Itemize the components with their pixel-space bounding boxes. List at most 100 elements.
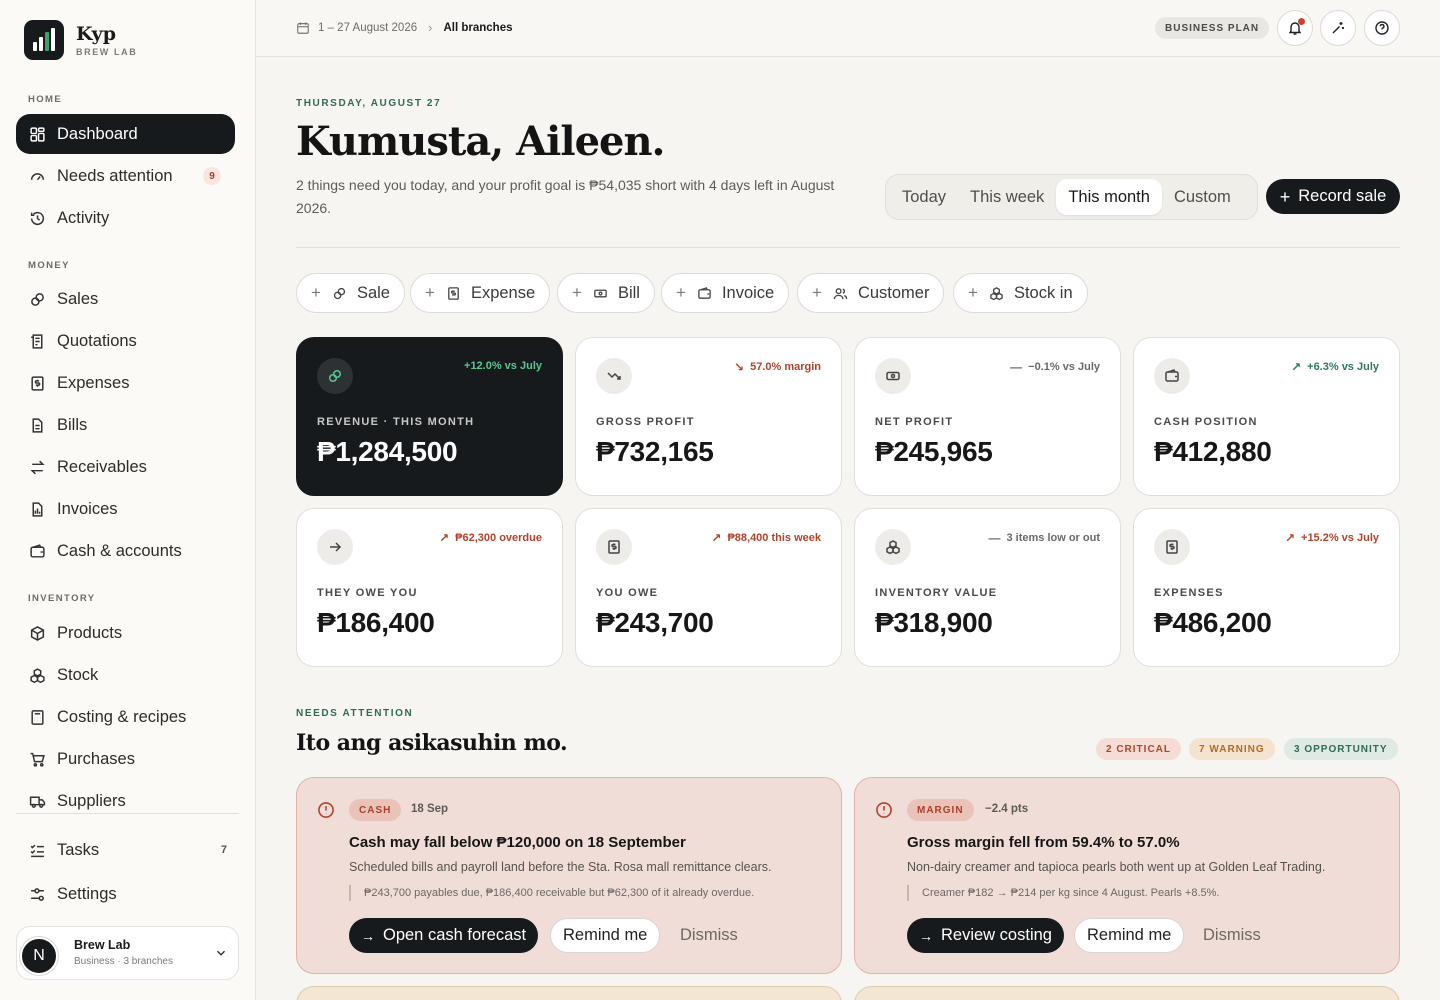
kpi-delta: 57.0% margin: [750, 361, 821, 373]
breadcrumb[interactable]: 1 – 27 August 2026 › All branches: [296, 20, 513, 35]
alert-note: Creamer ₱182 → ₱214 per kg since 4 Augus…: [907, 885, 1219, 901]
kpi-delta: −0.1% vs July: [1028, 361, 1100, 373]
sidebar-item-products[interactable]: Products: [16, 613, 235, 653]
page-title: Kumusta, Aileen.: [296, 118, 665, 165]
kpi-gross-profit[interactable]: ↘ 57.0% margin GROSS PROFIT ₱732,165: [575, 337, 842, 496]
plus-icon: +: [572, 283, 582, 302]
sidebar-item-activity[interactable]: Activity: [16, 198, 235, 238]
period-this-week[interactable]: This week: [958, 179, 1056, 215]
cart-icon: [28, 750, 46, 768]
kpi-delta-wrap: ↗ ₱62,300 overdue: [439, 531, 542, 545]
sidebar-item-label: Stock: [57, 665, 99, 684]
brand[interactable]: Kyp BREW LAB: [24, 20, 137, 60]
quick-add-sale[interactable]: + Sale: [296, 273, 405, 313]
opportunity-filter-pill[interactable]: 3 OPPORTUNITY: [1284, 738, 1398, 760]
kpi-label: CASH POSITION: [1154, 416, 1258, 428]
sidebar-item-bills[interactable]: Bills: [16, 405, 235, 445]
sidebar-item-expenses[interactable]: Expenses: [16, 363, 235, 403]
dismiss-button[interactable]: Dismiss: [680, 918, 738, 953]
alert-card-margin: MARGIN −2.4 pts Gross margin fell from 5…: [854, 777, 1400, 974]
dismiss-button[interactable]: Dismiss: [1203, 918, 1261, 953]
period-today[interactable]: Today: [890, 179, 958, 215]
alert-tag: CASH: [349, 799, 402, 821]
kpi-delta-wrap: ↘ 57.0% margin: [734, 360, 821, 374]
warning-filter-pill[interactable]: 7 WARNING: [1189, 738, 1275, 760]
review-costing-button[interactable]: → Review costing: [907, 918, 1064, 953]
sidebar-item-stock[interactable]: Stock: [16, 655, 235, 695]
kpi-delta: +15.2% vs July: [1301, 532, 1379, 544]
quick-add-stock-in[interactable]: + Stock in: [953, 273, 1088, 313]
alert-meta: −2.4 pts: [985, 803, 1029, 815]
quick-add-bill[interactable]: + Bill: [557, 273, 655, 313]
button-label: Open cash forecast: [383, 926, 527, 944]
kpi-delta-wrap: — −0.1% vs July: [1010, 360, 1100, 374]
date-line: THURSDAY, AUGUST 27: [296, 98, 442, 109]
account-name: Brew Lab: [74, 938, 131, 952]
sparkle-button[interactable]: [1320, 10, 1356, 46]
dash-icon: —: [988, 531, 1001, 545]
branch-selector[interactable]: All branches: [443, 22, 512, 34]
period-custom[interactable]: Custom: [1162, 179, 1243, 215]
period-this-month[interactable]: This month: [1056, 179, 1162, 215]
sidebar-item-suppliers[interactable]: Suppliers: [16, 781, 235, 821]
arrow-down-right-icon: ↘: [734, 360, 745, 374]
kpi-value: ₱318,900: [875, 607, 993, 638]
kpi-delta-wrap: ↗ +15.2% vs July: [1285, 531, 1379, 545]
kpi-net-profit[interactable]: — −0.1% vs July NET PROFIT ₱245,965: [854, 337, 1121, 496]
critical-filter-pill[interactable]: 2 CRITICAL: [1096, 738, 1181, 760]
kpi-delta: +6.3% vs July: [1307, 361, 1379, 373]
quick-add-expense[interactable]: + Expense: [410, 273, 551, 313]
sidebar-item-label: Cash & accounts: [57, 541, 182, 560]
history-icon: [28, 209, 46, 227]
sidebar-item-label: Costing & recipes: [57, 707, 187, 726]
quick-add-customer[interactable]: + Customer: [797, 273, 945, 313]
sidebar-item-label: Suppliers: [57, 791, 126, 810]
sidebar-item-purchases[interactable]: Purchases: [16, 739, 235, 779]
kpi-value: ₱245,965: [875, 436, 993, 467]
plus-icon: +: [968, 283, 978, 302]
open-cash-forecast-button[interactable]: → Open cash forecast: [349, 918, 539, 953]
wallet-icon: [28, 542, 46, 560]
link-icon: [333, 287, 346, 299]
sidebar-item-label: Needs attention: [57, 166, 173, 185]
wallet-icon: [1154, 358, 1190, 394]
kpi-they-owe-you[interactable]: ↗ ₱62,300 overdue THEY OWE YOU ₱186,400: [296, 508, 563, 667]
sidebar-item-needs-attention[interactable]: Needs attention 9: [16, 156, 235, 196]
kpi-value: ₱412,880: [1154, 436, 1272, 467]
button-label: Review costing: [941, 926, 1052, 944]
arrow-right-icon: →: [919, 927, 933, 944]
remind-me-button[interactable]: Remind me: [550, 918, 661, 953]
help-button[interactable]: [1364, 10, 1400, 46]
trend-down-icon: [596, 358, 632, 394]
sidebar-item-costing[interactable]: Costing & recipes: [16, 697, 235, 737]
sidebar-item-label: Dashboard: [57, 124, 138, 143]
account-switcher[interactable]: N Brew Lab Business · 3 branches: [16, 926, 239, 980]
sidebar-item-sales[interactable]: Sales: [16, 279, 235, 319]
kpi-revenue[interactable]: +12.0% vs July REVENUE · THIS MONTH ₱1,2…: [296, 337, 563, 496]
kpi-delta: 3 items low or out: [1006, 532, 1100, 544]
sidebar-item-tasks[interactable]: Tasks 7: [16, 830, 235, 870]
kpi-inventory-value[interactable]: — 3 items low or out INVENTORY VALUE ₱318…: [854, 508, 1121, 667]
sidebar-item-cash-accounts[interactable]: Cash & accounts: [16, 531, 235, 571]
alert-circle-icon: [876, 802, 892, 818]
remind-me-button[interactable]: Remind me: [1074, 918, 1185, 953]
sidebar-item-dashboard[interactable]: Dashboard: [16, 114, 235, 154]
plus-icon: +: [311, 283, 321, 302]
sidebar-item-label: Expenses: [57, 373, 130, 392]
quick-add-invoice[interactable]: + Invoice: [661, 273, 790, 313]
kpi-label: REVENUE · THIS MONTH: [317, 416, 475, 428]
sidebar-item-receivables[interactable]: Receivables: [16, 447, 235, 487]
kpi-expenses[interactable]: ↗ +15.2% vs July EXPENSES ₱486,200: [1133, 508, 1400, 667]
needs-attention-badge: 9: [203, 167, 221, 185]
calendar-icon: [297, 21, 309, 34]
sidebar-item-quotations[interactable]: Quotations: [16, 321, 235, 361]
sidebar-item-settings[interactable]: Settings: [16, 874, 235, 914]
kpi-you-owe[interactable]: ↗ ₱88,400 this week YOU OWE ₱243,700: [575, 508, 842, 667]
arrow-up-right-icon: ↗: [1284, 531, 1296, 545]
kpi-cash-position[interactable]: ↗ +6.3% vs July CASH POSITION ₱412,880: [1133, 337, 1400, 496]
nav-section-money: MONEY: [28, 260, 70, 271]
wallet-icon: [698, 286, 711, 299]
sidebar-item-invoices[interactable]: Invoices: [16, 489, 235, 529]
record-sale-button[interactable]: + Record sale: [1266, 179, 1400, 214]
notifications-button[interactable]: [1277, 10, 1313, 46]
